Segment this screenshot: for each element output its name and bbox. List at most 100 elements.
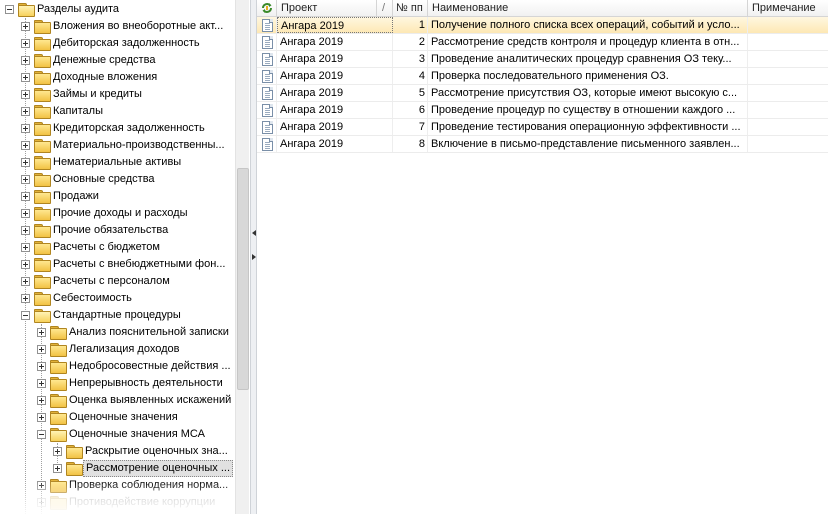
tree-node[interactable]: Непрерывность деятельности [0, 375, 235, 392]
cell-name[interactable]: Проведение процедур по существу в отноше… [428, 102, 748, 118]
tree-node[interactable]: Оценка выявленных искажений [0, 392, 235, 409]
tree-node-label[interactable]: Расчеты с внебюджетными фон... [51, 256, 227, 273]
collapse-left-arrow-icon[interactable] [252, 230, 256, 236]
expand-toggle-icon[interactable] [21, 90, 30, 99]
expand-toggle-icon[interactable] [21, 56, 30, 65]
tree-node-label[interactable]: Противодействие коррупции [67, 494, 217, 511]
expand-toggle-icon[interactable] [21, 22, 30, 31]
tree-node[interactable]: Дебиторская задолженность [0, 35, 235, 52]
cell-note[interactable] [748, 85, 828, 101]
cell-name[interactable]: Включение в письмо-представление письмен… [428, 136, 748, 152]
expand-toggle-icon[interactable] [37, 481, 46, 490]
tree-node-label[interactable]: Прочие обязательства [51, 222, 170, 239]
tree-node-label[interactable]: Оценка выявленных искажений [67, 392, 233, 409]
expand-toggle-icon[interactable] [21, 209, 30, 218]
cell-project[interactable]: Ангара 2019 [277, 119, 393, 135]
table-row[interactable]: Ангара 2019 1 Получение полного списка все… [257, 17, 828, 34]
tree-node-label[interactable]: Прочие доходы и расходы [51, 205, 190, 222]
expand-toggle-icon[interactable] [53, 447, 62, 456]
cell-project[interactable]: Ангара 2019 [277, 51, 393, 67]
cell-note[interactable] [748, 51, 828, 67]
cell-note[interactable] [748, 119, 828, 135]
expand-toggle-icon[interactable] [21, 39, 30, 48]
cell-note[interactable] [748, 17, 828, 33]
cell-row-number[interactable]: 8 [393, 136, 428, 152]
collapse-right-arrow-icon[interactable] [252, 254, 256, 260]
tree-node-label[interactable]: Недобросовестные действия ... [67, 358, 233, 375]
tree-node[interactable]: Вложения во внеоборотные акт... [0, 18, 235, 35]
expand-toggle-icon[interactable] [37, 379, 46, 388]
tree-node[interactable]: Легализация доходов [0, 341, 235, 358]
tree-node[interactable]: Расчеты с бюджетом [0, 239, 235, 256]
expand-toggle-icon[interactable] [37, 498, 46, 507]
tree-node-label[interactable]: Нематериальные активы [51, 154, 183, 171]
tree-node-label[interactable]: Продажи [51, 188, 101, 205]
cell-project[interactable]: Ангара 2019 [277, 85, 393, 101]
expand-toggle-icon[interactable] [37, 328, 46, 337]
tree-node-label[interactable]: Проверка соблюдения норма... [67, 477, 230, 494]
tree-vertical-scrollbar[interactable] [235, 0, 249, 514]
expand-toggle-icon[interactable] [21, 124, 30, 133]
cell-row-number[interactable]: 6 [393, 102, 428, 118]
tree-node[interactable]: Капиталы [0, 103, 235, 120]
tree-node[interactable]: Рассмотрение оценочных ... [0, 460, 235, 477]
tree-node[interactable]: Недобросовестные действия ... [0, 358, 235, 375]
expand-toggle-icon[interactable] [21, 175, 30, 184]
cell-name[interactable]: Рассмотрение присутствия ОЗ, которые име… [428, 85, 748, 101]
tree-node-label[interactable]: Оценочные значения [67, 409, 180, 426]
tree-node-label[interactable]: Расчеты с бюджетом [51, 239, 162, 256]
cell-row-number[interactable]: 3 [393, 51, 428, 67]
tree-node[interactable]: Оценочные значения МСА [0, 426, 235, 443]
expand-toggle-icon[interactable] [21, 243, 30, 252]
expand-toggle-icon[interactable] [21, 294, 30, 303]
expand-toggle-icon[interactable] [37, 362, 46, 371]
header-sort-indicator[interactable]: / [377, 0, 393, 17]
expand-toggle-icon[interactable] [21, 192, 30, 201]
cell-row-number[interactable]: 1 [393, 17, 428, 33]
expand-toggle-icon[interactable] [21, 107, 30, 116]
tree-node[interactable]: Расчеты с внебюджетными фон... [0, 256, 235, 273]
tree-node[interactable]: Прочие доходы и расходы [0, 205, 235, 222]
tree-node-label[interactable]: Капиталы [51, 103, 105, 120]
tree-node-label[interactable]: Дебиторская задолженность [51, 35, 202, 52]
tree-node[interactable]: Кредиторская задолженность [0, 120, 235, 137]
header-name[interactable]: Наименование [428, 0, 748, 17]
expand-toggle-icon[interactable] [37, 345, 46, 354]
tree-node-label[interactable]: Материально-производственны... [51, 137, 227, 154]
table-row[interactable]: Ангара 2019 8 Включение в письмо-представл… [257, 136, 828, 153]
cell-row-number[interactable]: 5 [393, 85, 428, 101]
tree-scrollbar-thumb[interactable] [237, 168, 249, 390]
cell-name[interactable]: Проведение аналитических процедур сравне… [428, 51, 748, 67]
tree-node-label[interactable]: Займы и кредиты [51, 86, 144, 103]
expand-toggle-icon[interactable] [21, 141, 30, 150]
tree-node[interactable]: Материально-производственны... [0, 137, 235, 154]
audit-sections-tree[interactable]: Разделы аудита Вложения во внеоборотные а… [0, 0, 250, 514]
expand-toggle-icon[interactable] [37, 413, 46, 422]
tree-node[interactable]: Прочие обязательства [0, 222, 235, 239]
collapse-toggle-icon[interactable] [5, 5, 14, 14]
tree-node-label[interactable]: Основные средства [51, 171, 157, 188]
tree-node[interactable]: Расчеты с персоналом [0, 273, 235, 290]
header-note[interactable]: Примечание [748, 0, 828, 17]
header-project[interactable]: Проект [277, 0, 377, 17]
cell-project[interactable]: Ангара 2019 [277, 102, 393, 118]
tree-node-label[interactable]: Стандартные процедуры [51, 307, 183, 324]
tree-node[interactable]: Разделы аудита [0, 1, 235, 18]
tree-node[interactable]: Себестоимость [0, 290, 235, 307]
refresh-icon[interactable] [260, 1, 274, 15]
cell-project[interactable]: Ангара 2019 [277, 34, 393, 50]
tree-node[interactable]: Доходные вложения [0, 69, 235, 86]
header-row-number[interactable]: № пп [393, 0, 428, 17]
header-icon-column[interactable] [257, 0, 277, 17]
tree-node-label[interactable]: Оценочные значения МСА [67, 426, 207, 443]
collapse-toggle-icon[interactable] [21, 311, 30, 320]
tree-node-label[interactable]: Кредиторская задолженность [51, 120, 207, 137]
tree-node-label[interactable]: Себестоимость [51, 290, 134, 307]
expand-toggle-icon[interactable] [21, 158, 30, 167]
tree-node-label[interactable]: Вложения во внеоборотные акт... [51, 18, 225, 35]
tree-node[interactable]: Анализ пояснительной записки [0, 324, 235, 341]
tree-node-label[interactable]: Раскрытие оценочных зна... [83, 443, 230, 460]
cell-row-number[interactable]: 2 [393, 34, 428, 50]
tree-node[interactable]: Противодействие коррупции [0, 494, 235, 511]
tree-node[interactable]: Займы и кредиты [0, 86, 235, 103]
